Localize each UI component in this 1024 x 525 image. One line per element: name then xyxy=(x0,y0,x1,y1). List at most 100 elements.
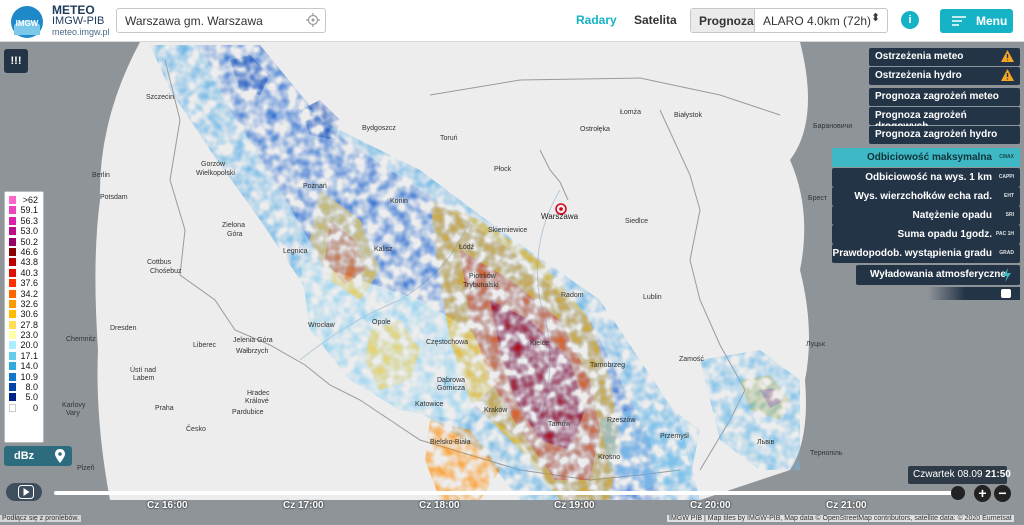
top-bar: IMGW METEO IMGW-PIB meteo.imgw.pl Radary… xyxy=(0,0,1024,42)
legend-item: 8.0 xyxy=(7,382,41,392)
timeline-knob[interactable] xyxy=(951,486,965,500)
menu-label: Menu xyxy=(976,14,1008,28)
map-attribution: IMGW PIB | Map tiles by IMGW-PIB, Map da… xyxy=(667,515,1014,522)
legend-value: 50.2 xyxy=(20,236,38,247)
zoom-in-button[interactable]: + xyxy=(974,485,991,502)
legend-value: 43.8 xyxy=(20,257,38,268)
svg-text:Ostrołęka: Ostrołęka xyxy=(580,126,610,133)
svg-text:Legnica: Legnica xyxy=(283,248,308,255)
legend-value: 56.3 xyxy=(20,215,38,226)
legend-item: 59.1 xyxy=(7,205,41,215)
forecast-hydro-button[interactable]: Prognoza zagrożeń hydro xyxy=(869,126,1020,144)
svg-text:Częstochowa: Częstochowa xyxy=(426,339,468,346)
timeline-label: Cz 21:00 xyxy=(826,500,867,511)
svg-text:Katowice: Katowice xyxy=(415,401,444,408)
layer-code: CMAX xyxy=(999,154,1014,160)
svg-text:Toruń: Toruń xyxy=(440,135,458,142)
legend-swatch xyxy=(9,403,16,412)
forecast-road-button[interactable]: Prognoza zagrożeń drogowych xyxy=(869,107,1020,132)
svg-text:Chemnitz: Chemnitz xyxy=(66,336,96,343)
legend-item: 0 xyxy=(7,403,41,413)
timeline-track[interactable] xyxy=(54,491,958,495)
legend-swatch xyxy=(9,320,16,329)
alert-hydro-button[interactable]: Ostrzeżenia hydro xyxy=(869,67,1020,85)
svg-text:Česko: Česko xyxy=(186,424,206,433)
svg-text:Opole: Opole xyxy=(372,319,391,326)
info-icon[interactable]: i xyxy=(901,11,919,29)
layer-eht[interactable]: Wys. wierzchołków echa rad. EHT xyxy=(832,187,1020,206)
hamburger-icon xyxy=(952,16,966,26)
menu-button[interactable]: Menu xyxy=(940,9,1013,33)
svg-text:Krosno: Krosno xyxy=(598,454,620,461)
layer-sri[interactable]: Natężenie opadu SRI xyxy=(832,206,1020,225)
svg-text:Брест: Брест xyxy=(808,195,828,202)
svg-text:Konin: Konin xyxy=(390,198,408,205)
legend-value: 20.0 xyxy=(20,340,38,351)
timeline-label: Cz 18:00 xyxy=(419,500,460,511)
nav-radary[interactable]: Radary xyxy=(576,13,617,27)
svg-text:Chośebuz: Chośebuz xyxy=(150,268,182,275)
legend-swatch xyxy=(9,383,16,392)
nav-satelita[interactable]: Satelita xyxy=(634,13,677,27)
lightning-label: Wyładowania atmosferyczne xyxy=(870,269,1006,280)
svg-text:Zamość: Zamość xyxy=(679,356,704,363)
legend-value: 17.1 xyxy=(20,350,38,361)
layer-grad[interactable]: Prawdopodob. wystąpienia gradu GRAD xyxy=(832,244,1020,263)
svg-text:Górnicza: Górnicza xyxy=(437,385,465,392)
layer-label: Wys. wierzchołków echa rad. xyxy=(854,191,992,202)
svg-text:Wielkopolski: Wielkopolski xyxy=(196,170,235,177)
legend-swatch xyxy=(9,258,16,267)
svg-text:Radom: Radom xyxy=(561,292,584,299)
alert-meteo-button[interactable]: Ostrzeżenia meteo xyxy=(869,48,1020,66)
legend-item: 27.8 xyxy=(7,320,41,330)
select-caret-icon: ⬍ xyxy=(871,12,881,24)
svg-text:Trybunalski: Trybunalski xyxy=(463,282,499,289)
svg-text:Králové: Králové xyxy=(245,398,269,405)
legend-value: 32.6 xyxy=(20,298,38,309)
legend-value: 30.6 xyxy=(20,309,38,320)
layer-label: Odbiciowość maksymalna xyxy=(866,152,992,163)
warning-icon xyxy=(1001,50,1014,62)
legend-value: 53.0 xyxy=(20,226,38,237)
layer-code: EHT xyxy=(1004,193,1014,199)
opacity-slider-handle[interactable] xyxy=(1001,289,1011,298)
legend-item: >62 xyxy=(7,195,41,205)
legend-swatch xyxy=(9,237,16,246)
svg-text:Piotrków: Piotrków xyxy=(469,273,497,280)
layer-code: CAPPI xyxy=(998,174,1014,180)
layer-code: SRI xyxy=(1005,212,1014,218)
imgw-logo-icon[interactable]: IMGW xyxy=(10,5,44,39)
logo-text[interactable]: METEO IMGW-PIB meteo.imgw.pl xyxy=(52,4,110,38)
warnings-toggle-button[interactable]: !!! xyxy=(4,49,28,73)
play-icon[interactable] xyxy=(18,485,34,499)
svg-text:Луцьк: Луцьк xyxy=(806,341,826,348)
lightning-layer-button[interactable]: Wyładowania atmosferyczne xyxy=(856,265,1020,285)
legend-value: 40.3 xyxy=(20,267,38,278)
current-time: 21:50 xyxy=(985,469,1011,480)
svg-text:Dąbrowa: Dąbrowa xyxy=(437,377,465,384)
layer-cmax[interactable]: Odbiciowość maksymalna CMAX xyxy=(832,148,1020,167)
layer-code: PAC 1H xyxy=(996,231,1014,237)
legend-item: 23.0 xyxy=(7,330,41,340)
locate-me-icon[interactable] xyxy=(306,13,320,27)
zoom-out-button[interactable]: − xyxy=(994,485,1011,502)
legend-swatch xyxy=(9,196,16,204)
layer-pac1h[interactable]: Suma opadu 1godz. PAC 1H xyxy=(832,225,1020,244)
svg-text:Kraków: Kraków xyxy=(484,407,508,414)
svg-text:Cottbus: Cottbus xyxy=(147,259,172,266)
svg-text:Jelenia Góra: Jelenia Góra xyxy=(233,337,273,344)
svg-text:Ústí nad: Ústí nad xyxy=(130,365,156,374)
svg-text:Przemyśl: Przemyśl xyxy=(660,433,689,440)
unit-button[interactable]: dBz xyxy=(4,446,72,466)
location-search-input[interactable] xyxy=(116,8,326,33)
prognoza-select[interactable]: Prognoza ALARO 4.0km (72h) ⬍ xyxy=(690,8,888,33)
dbz-legend: >62 59.1 56.3 53.0 50.2 46.6 43.8 40.3 37.6 34.2 3… xyxy=(4,191,44,443)
legend-value: 23.0 xyxy=(20,330,38,341)
forecast-meteo-button[interactable]: Prognoza zagrożeń meteo xyxy=(869,88,1020,106)
alert-hydro-label: Ostrzeżenia hydro xyxy=(875,70,962,81)
prognoza-label: Prognoza xyxy=(691,9,755,32)
layer-label: Natężenie opadu xyxy=(912,210,992,221)
legend-item: 20.0 xyxy=(7,340,41,350)
layer-cappi[interactable]: Odbiciowość na wys. 1 km CAPPI xyxy=(832,168,1020,187)
legend-value: >62 xyxy=(22,195,38,205)
